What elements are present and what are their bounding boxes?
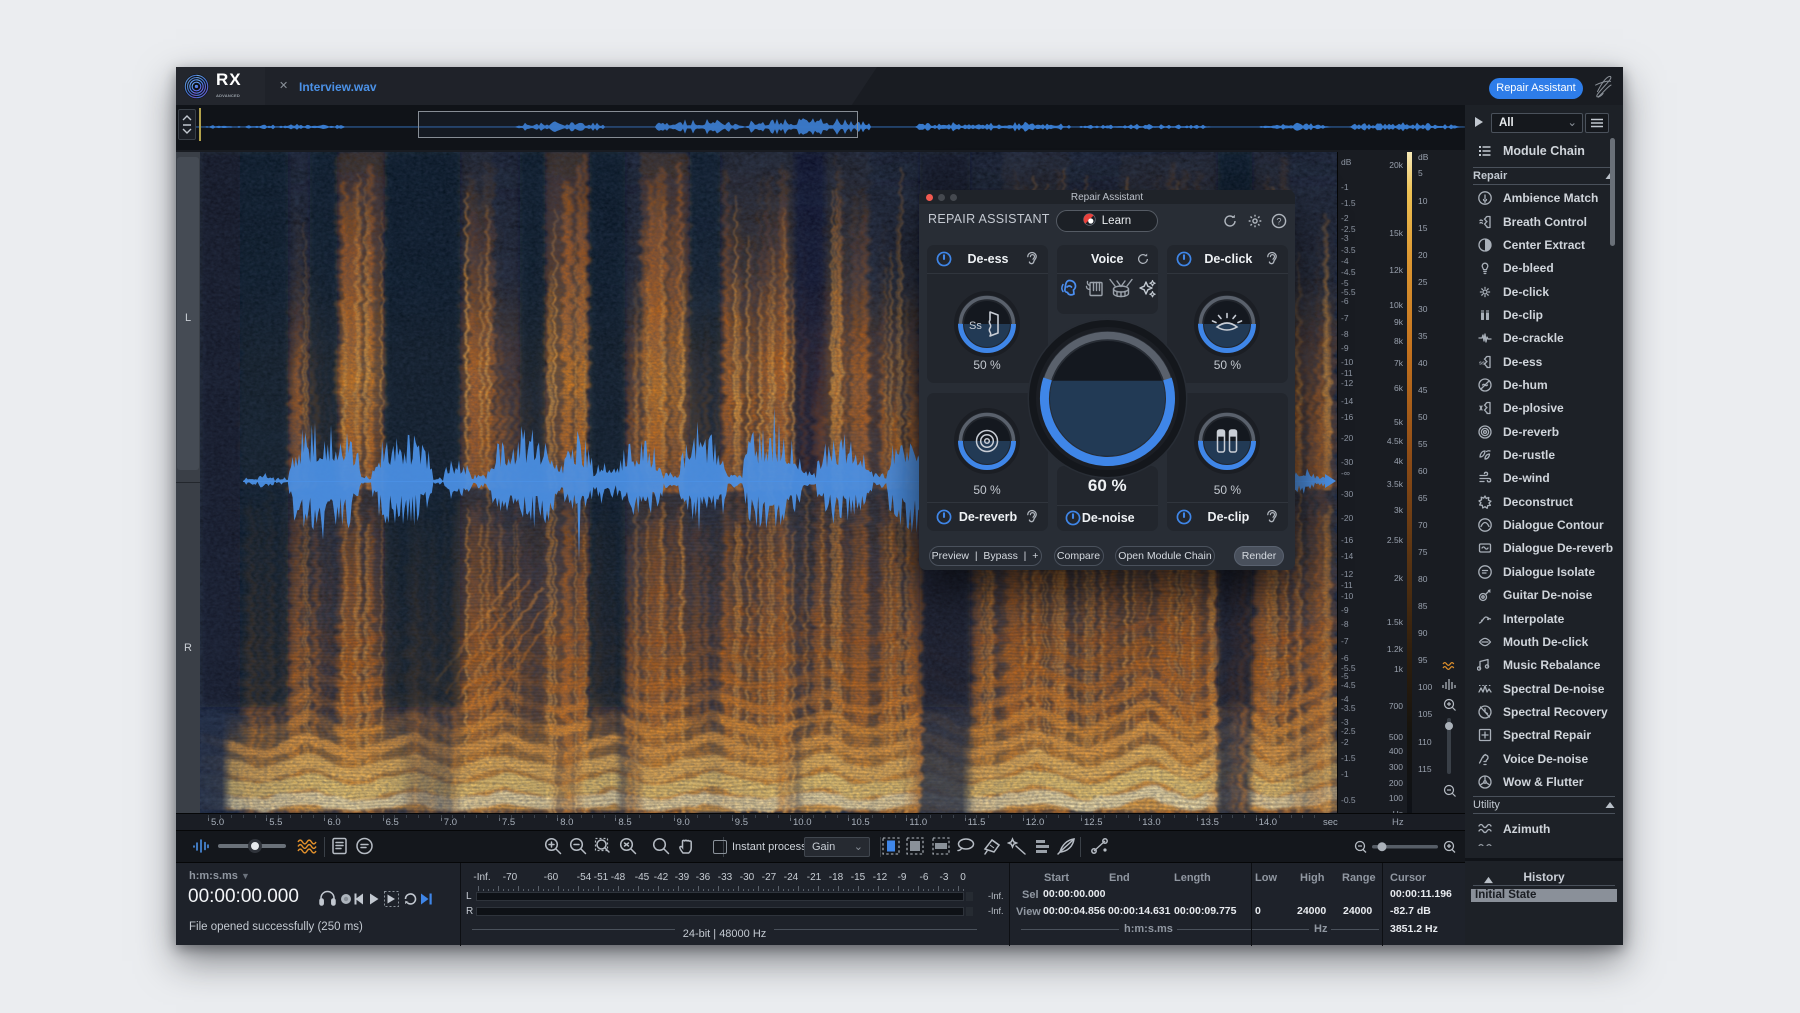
- svg-text:Ss: Ss: [969, 320, 982, 332]
- svg-text:?: ?: [1277, 216, 1282, 226]
- svg-text:ss: ss: [1479, 360, 1485, 366]
